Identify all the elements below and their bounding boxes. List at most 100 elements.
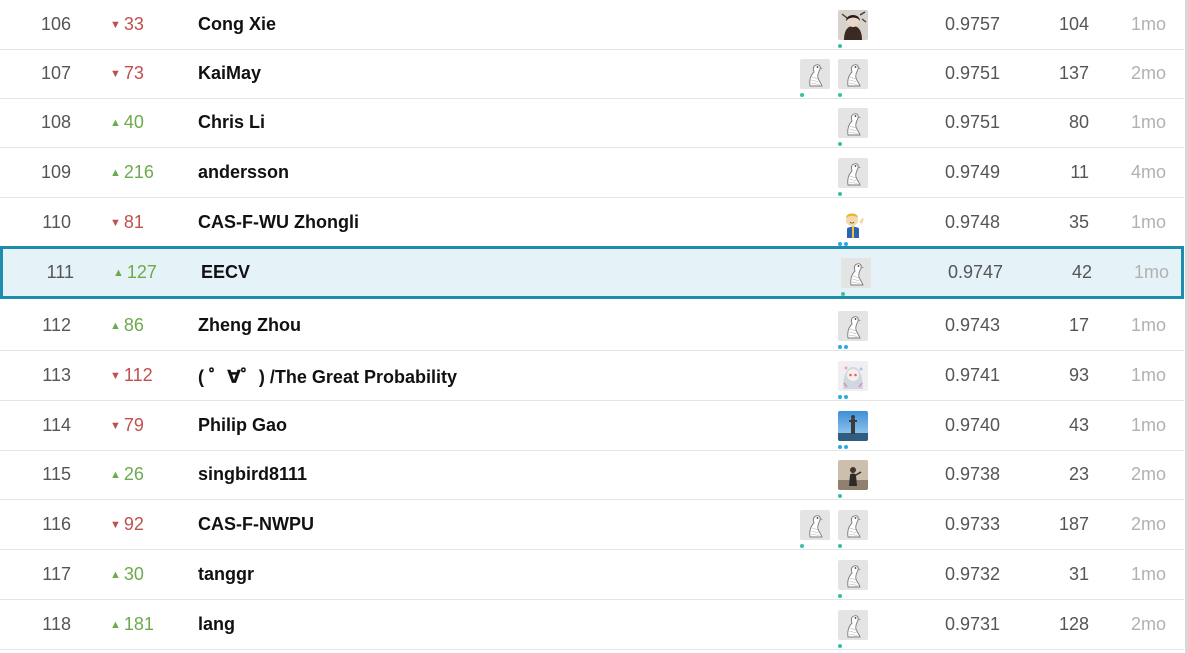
team-name[interactable]: Cong Xie — [198, 0, 758, 49]
rank-change: ▲ 26 — [110, 450, 170, 499]
team-name[interactable]: andersson — [198, 148, 758, 197]
last-submission: 2mo — [1130, 614, 1166, 634]
rank: 106 — [40, 14, 71, 34]
entries-count: 42 — [1071, 262, 1092, 282]
rank-change: ▼ 81 — [110, 198, 170, 247]
team-name[interactable]: lang — [198, 600, 758, 649]
team-members — [760, 401, 868, 450]
rank-change: ▼ 112 — [110, 351, 170, 400]
leaderboard-row[interactable]: 107 ▼ 73 KaiMay 0.9751 137 2mo — [0, 49, 1184, 99]
team-member-avatar[interactable] — [838, 207, 868, 246]
team-member-avatar[interactable] — [838, 107, 868, 146]
leaderboard-row[interactable]: 109 ▲ 216 andersson 0.9749 11 4mo — [0, 148, 1184, 198]
goose-icon — [838, 58, 868, 89]
tier-indicator — [800, 92, 804, 97]
leaderboard-row[interactable]: 114 ▼ 79 Philip Gao 0.9740 43 1mo — [0, 401, 1184, 451]
rank: 109 — [40, 162, 71, 182]
tier-indicator — [838, 191, 842, 196]
goose-icon — [838, 107, 868, 138]
entries-count: 128 — [1058, 614, 1089, 634]
score: 0.9732 — [944, 564, 1000, 584]
leaderboard-row[interactable]: 108 ▲ 40 Chris Li 0.9751 80 1mo — [0, 98, 1184, 148]
rank-change-value: 216 — [123, 162, 154, 182]
team-name[interactable]: ( ゜∀゜) /The Great Probability — [198, 351, 758, 400]
team-member-avatar[interactable] — [838, 157, 868, 196]
entries-count: 80 — [1068, 112, 1089, 132]
score: 0.9747 — [947, 262, 1003, 282]
rank: 118 — [42, 614, 71, 634]
rank-change-value: 181 — [123, 614, 154, 634]
team-member-avatar[interactable] — [838, 609, 868, 648]
arrow-up-icon: ▲ — [113, 266, 124, 279]
tier-indicator — [838, 444, 848, 449]
rank: 114 — [42, 415, 71, 435]
team-members — [760, 600, 868, 649]
last-submission: 1mo — [1130, 365, 1166, 385]
rank-change-value: 40 — [123, 112, 144, 132]
arrow-up-icon: ▲ — [110, 319, 121, 332]
score: 0.9749 — [944, 162, 1000, 182]
team-member-avatar[interactable] — [838, 360, 868, 399]
rank-change: ▼ 73 — [110, 49, 170, 98]
team-member-avatar[interactable] — [838, 9, 868, 48]
score: 0.9733 — [944, 514, 1000, 534]
last-submission: 1mo — [1130, 14, 1166, 34]
team-name[interactable]: KaiMay — [198, 49, 758, 98]
last-submission: 2mo — [1130, 464, 1166, 484]
goose-icon — [800, 509, 830, 540]
team-name[interactable]: CAS-F-NWPU — [198, 500, 758, 549]
team-name[interactable]: Philip Gao — [198, 401, 758, 450]
leaderboard-row[interactable]: 117 ▲ 30 tanggr 0.9732 31 1mo — [0, 550, 1184, 600]
team-member-avatar[interactable] — [838, 509, 868, 548]
arrow-up-icon: ▲ — [110, 468, 121, 481]
leaderboard-row[interactable]: 112 ▲ 86 Zheng Zhou 0.9743 17 1mo — [0, 301, 1184, 351]
team-member-avatar[interactable] — [838, 559, 868, 598]
rank-change-value: 86 — [123, 315, 144, 335]
team-name[interactable]: EECV — [201, 249, 761, 296]
rank: 110 — [42, 212, 71, 232]
tier-indicator — [838, 593, 842, 598]
arrow-up-icon: ▲ — [110, 568, 121, 581]
goose-icon — [800, 58, 830, 89]
team-name[interactable]: Zheng Zhou — [198, 301, 758, 350]
leaderboard-row[interactable]: 110 ▼ 81 CAS-F-WU Zhongli 0.9748 35 1mo — [0, 198, 1184, 248]
rank-change-value: 26 — [123, 464, 144, 484]
team-member-avatar[interactable] — [838, 58, 868, 97]
arrow-up-icon: ▲ — [110, 166, 121, 179]
team-member-avatar[interactable] — [800, 509, 830, 548]
entries-count: 137 — [1058, 63, 1089, 83]
rank: 113 — [42, 365, 71, 385]
leaderboard-row[interactable]: 113 ▼ 112 ( ゜∀゜) /The Great Probability 0.97… — [0, 351, 1184, 401]
arrow-down-icon: ▼ — [110, 419, 121, 432]
team-name[interactable]: Chris Li — [198, 98, 758, 147]
rank: 111 — [46, 262, 74, 282]
team-member-avatar[interactable] — [841, 257, 871, 296]
team-name[interactable]: CAS-F-WU Zhongli — [198, 198, 758, 247]
team-member-avatar[interactable] — [838, 459, 868, 498]
person-photo-icon — [838, 459, 868, 490]
score: 0.9731 — [944, 614, 1000, 634]
rank: 107 — [40, 63, 71, 83]
team-member-avatar[interactable] — [838, 310, 868, 349]
team-member-avatar[interactable] — [838, 410, 868, 449]
team-member-avatar[interactable] — [800, 58, 830, 97]
leaderboard-row[interactable]: 116 ▼ 92 CAS-F-NWPU 0.9733 187 2mo — [0, 500, 1184, 550]
team-members — [760, 450, 868, 499]
leaderboard-row[interactable]: 106 ▼ 33 Cong Xie 0.9757 104 1mo — [0, 0, 1184, 50]
rank-change-value: 127 — [126, 262, 157, 282]
rank: 116 — [42, 514, 71, 534]
arrow-down-icon: ▼ — [110, 216, 121, 229]
rank-change-value: 79 — [123, 415, 144, 435]
entries-count: 35 — [1068, 212, 1089, 232]
rank-change-value: 73 — [123, 63, 144, 83]
leaderboard-row[interactable]: 118 ▲ 181 lang 0.9731 128 2mo — [0, 600, 1184, 650]
team-name[interactable]: singbird8111 — [198, 450, 758, 499]
rank: 108 — [40, 112, 71, 132]
leaderboard-row[interactable]: 115 ▲ 26 singbird8111 0.9738 23 2mo — [0, 450, 1184, 500]
leaderboard-row-selected[interactable]: 111 ▲ 127 EECV 0.9747 42 1mo — [0, 246, 1184, 299]
entries-count: 17 — [1068, 315, 1089, 335]
team-name[interactable]: tanggr — [198, 550, 758, 599]
arrow-down-icon: ▼ — [110, 67, 121, 80]
rank-change: ▼ 92 — [110, 500, 170, 549]
rank-change: ▲ 216 — [110, 148, 170, 197]
